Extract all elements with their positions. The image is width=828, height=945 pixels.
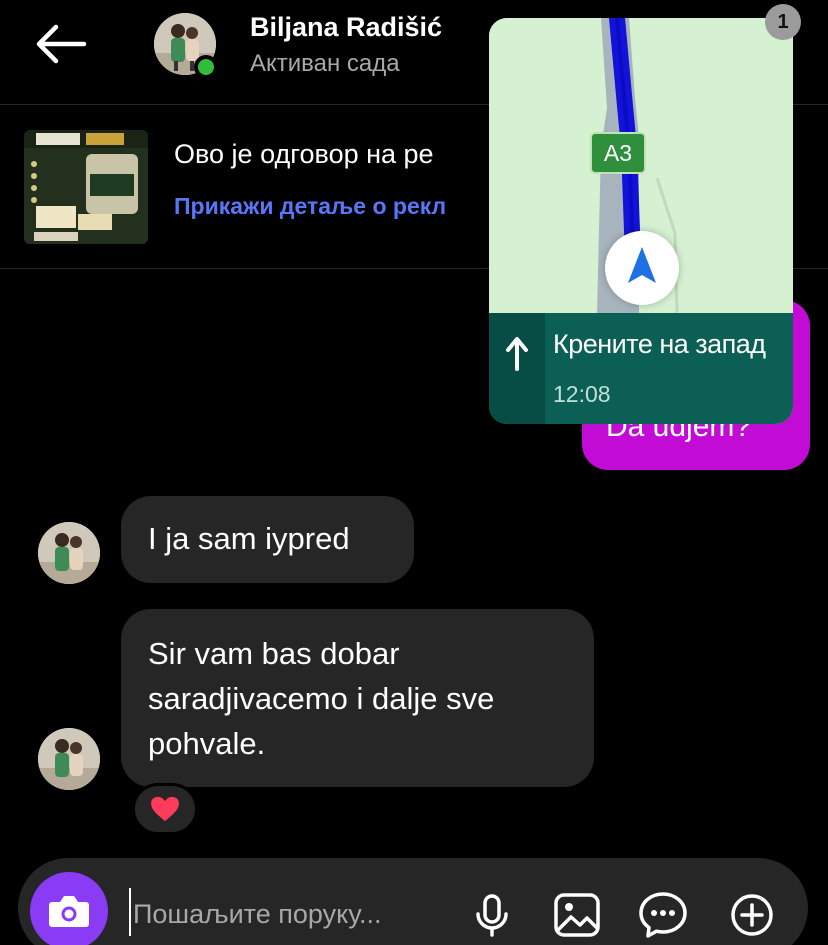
incoming-message-text: I ja sam iypred: [148, 521, 350, 556]
sender-avatar[interactable]: [38, 728, 100, 790]
route-badge: A3: [590, 132, 646, 174]
directions-panel[interactable]: Крените на запад 12:08: [489, 313, 793, 424]
location-arrow-icon: [605, 231, 679, 305]
online-status-dot: [194, 55, 218, 79]
ad-thumbnail[interactable]: [24, 130, 148, 244]
sticker-button[interactable]: [636, 888, 690, 942]
gallery-button[interactable]: [550, 888, 604, 942]
direction-instruction: Крените на запад: [553, 329, 766, 359]
microphone-button[interactable]: [465, 888, 519, 942]
incoming-message-text: Sir vam bas dobar saradjivacemo i dalje …: [148, 636, 495, 761]
ad-details-link[interactable]: Прикажи детаље о рекл: [174, 193, 446, 220]
microphone-icon: [476, 894, 508, 937]
arrival-time: 12:08: [553, 381, 611, 407]
incoming-message-bubble[interactable]: Sir vam bas dobar saradjivacemo i dalje …: [121, 609, 594, 787]
unread-count-badge[interactable]: 1: [765, 4, 801, 40]
arrow-left-icon: [36, 24, 87, 64]
active-status: Активан сада: [250, 50, 400, 77]
turn-indicator: [489, 313, 545, 424]
image-icon: [554, 893, 600, 937]
camera-button[interactable]: [30, 872, 108, 945]
more-options-button[interactable]: [725, 888, 779, 942]
message-input[interactable]: [133, 892, 453, 936]
back-button[interactable]: [34, 22, 88, 66]
heart-reaction[interactable]: [132, 783, 198, 835]
text-cursor: [129, 888, 131, 936]
sender-avatar[interactable]: [38, 522, 100, 584]
straight-arrow-icon: [506, 337, 528, 371]
heart-icon: [151, 796, 179, 822]
plus-circle-icon: [731, 894, 773, 936]
navigation-overlay[interactable]: A3 Крените на запад 12:08: [489, 18, 793, 424]
camera-icon: [49, 896, 89, 927]
contact-name[interactable]: Biljana Radišić: [250, 12, 442, 43]
chat-bubble-icon: [639, 892, 687, 938]
ad-reply-title: Ово је одговор на ре: [174, 139, 434, 169]
incoming-message-bubble[interactable]: I ja sam iypred: [121, 496, 414, 583]
